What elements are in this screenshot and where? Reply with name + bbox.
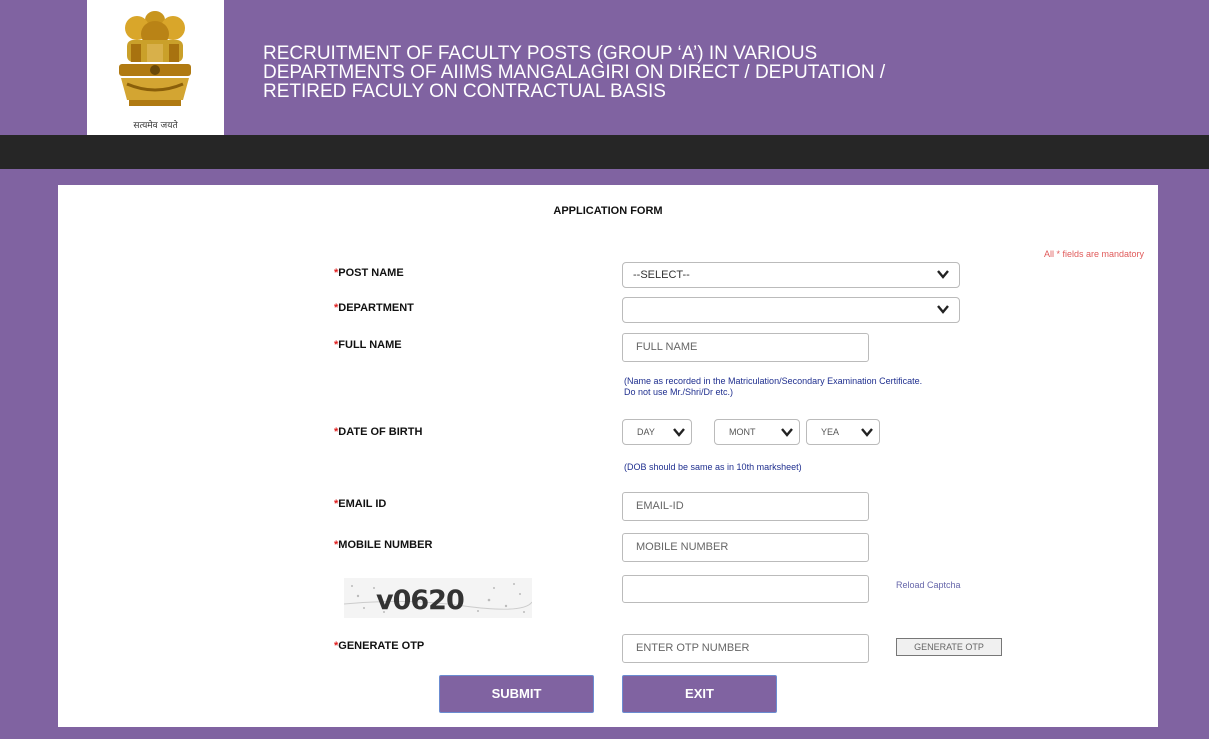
email-field[interactable]: EMAIL-ID bbox=[622, 492, 869, 521]
title-line: RETIRED FACULY ON CONTRACTUAL BASIS bbox=[263, 81, 666, 102]
page-title: RECRUITMENT OF FACULTY POSTS (GROUP ‘A’)… bbox=[263, 44, 1063, 101]
mobile-number-input[interactable]: MOBILE NUMBER bbox=[622, 533, 869, 562]
chevron-down-icon bbox=[781, 428, 793, 437]
national-emblem-icon bbox=[119, 11, 191, 106]
chevron-down-icon bbox=[673, 428, 685, 437]
full-name-input[interactable]: FULL NAME bbox=[622, 333, 869, 362]
title-line: DEPARTMENTS OF AIIMS MANGALAGIRI ON DIRE… bbox=[263, 62, 886, 83]
placeholder: ENTER OTP NUMBER bbox=[636, 642, 750, 654]
captcha-image: v0620 bbox=[344, 578, 532, 618]
chevron-down-icon bbox=[861, 428, 873, 437]
select-value: MONT bbox=[729, 427, 756, 437]
mobile-label: *MOBILE NUMBER bbox=[334, 539, 432, 551]
label-text: DATE OF BIRTH bbox=[338, 426, 423, 438]
full-name-hint: (Name as recorded in the Matriculation/S… bbox=[624, 376, 922, 398]
label-text: MOBILE NUMBER bbox=[338, 539, 433, 551]
submit-button[interactable]: SUBMIT bbox=[439, 675, 594, 713]
label-text: POST NAME bbox=[338, 267, 404, 279]
select-value: YEA bbox=[821, 427, 840, 437]
select-value: DAY bbox=[637, 427, 655, 437]
label-text: DEPARTMENT bbox=[338, 302, 414, 314]
department-select[interactable] bbox=[622, 297, 960, 323]
title-line: RECRUITMENT OF FACULTY POSTS (GROUP ‘A’)… bbox=[263, 43, 818, 64]
department-label: *DEPARTMENT bbox=[334, 302, 414, 314]
generate-otp-button[interactable]: GENERATE OTP bbox=[896, 638, 1002, 656]
nav-bar bbox=[0, 135, 1209, 169]
application-form: APPLICATION FORM All * fields are mandat… bbox=[58, 185, 1158, 727]
captcha-input[interactable] bbox=[622, 575, 869, 603]
mandatory-note: All * fields are mandatory bbox=[1043, 249, 1144, 259]
captcha-text: v0620 bbox=[376, 585, 464, 616]
otp-label: *GENERATE OTP bbox=[334, 640, 424, 652]
hint-line: (Name as recorded in the Matriculation/S… bbox=[624, 376, 923, 386]
label-text: FULL NAME bbox=[338, 339, 402, 351]
full-name-label: *FULL NAME bbox=[334, 339, 402, 351]
exit-button[interactable]: EXIT bbox=[622, 675, 777, 713]
placeholder: EMAIL-ID bbox=[636, 500, 684, 512]
emblem-logo: सत्यमेव जयते bbox=[87, 0, 224, 135]
label-text: GENERATE OTP bbox=[338, 640, 425, 652]
post-name-label: *POST NAME bbox=[334, 267, 404, 279]
dob-hint: (DOB should be same as in 10th marksheet… bbox=[624, 462, 802, 472]
email-label: *EMAIL ID bbox=[334, 498, 386, 510]
chevron-down-icon bbox=[937, 270, 949, 279]
dob-month-select[interactable]: MONT bbox=[714, 419, 800, 445]
form-title: APPLICATION FORM bbox=[553, 205, 663, 217]
dob-year-select[interactable]: YEA bbox=[806, 419, 880, 445]
select-value: --SELECT-- bbox=[633, 269, 690, 281]
placeholder: FULL NAME bbox=[636, 341, 698, 353]
chevron-down-icon bbox=[937, 305, 949, 314]
placeholder: MOBILE NUMBER bbox=[636, 541, 729, 553]
emblem-caption: सत्यमेव जयते bbox=[133, 121, 178, 131]
dob-day-select[interactable]: DAY bbox=[622, 419, 692, 445]
dob-label: *DATE OF BIRTH bbox=[334, 426, 422, 438]
hint-line: Do not use Mr./Shri/Dr etc.) bbox=[624, 387, 734, 397]
label-text: EMAIL ID bbox=[338, 498, 387, 510]
otp-input[interactable]: ENTER OTP NUMBER bbox=[622, 634, 869, 663]
post-name-select[interactable]: --SELECT-- bbox=[622, 262, 960, 288]
site-header: सत्यमेव जयते RECRUITMENT OF FACULTY POST… bbox=[0, 0, 1209, 135]
reload-captcha-link[interactable]: Reload Captcha bbox=[896, 580, 961, 590]
